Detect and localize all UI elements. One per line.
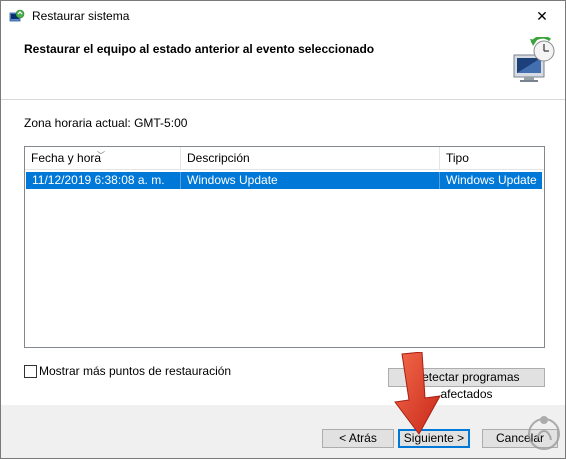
cancel-button[interactable]: Cancelar — [482, 429, 558, 448]
table-row[interactable]: 11/12/2019 6:38:08 a. m. Windows Update … — [26, 172, 542, 189]
window-title: Restaurar sistema — [32, 9, 130, 23]
show-more-checkbox[interactable] — [24, 365, 37, 378]
back-button[interactable]: < Atrás — [322, 429, 394, 448]
column-header-date[interactable]: Fecha y hora ﹀ — [25, 147, 181, 169]
system-restore-icon — [513, 37, 555, 82]
column-header-description[interactable]: Descripción — [181, 147, 440, 169]
content-panel: Zona horaria actual: GMT-5:00 Fecha y ho… — [1, 99, 565, 406]
wizard-header: Restaurar el equipo al estado anterior a… — [1, 32, 565, 99]
title-bar[interactable]: Restaurar sistema ✕ — [1, 1, 565, 32]
cell-date: 11/12/2019 6:38:08 a. m. — [26, 172, 181, 189]
cell-description: Windows Update — [181, 172, 440, 189]
restore-points-list[interactable]: Fecha y hora ﹀ Descripción Tipo 11/12/20… — [24, 146, 545, 348]
close-button[interactable]: ✕ — [519, 1, 565, 32]
page-heading: Restaurar el equipo al estado anterior a… — [24, 42, 375, 56]
list-header: Fecha y hora ﹀ Descripción Tipo — [25, 147, 544, 170]
next-button[interactable]: Siguiente > — [398, 429, 470, 448]
sort-arrow-icon: ﹀ — [97, 151, 105, 160]
wizard-footer: < Atrás Siguiente > Cancelar — [1, 405, 565, 458]
cell-type: Windows Update — [446, 173, 537, 187]
column-header-type[interactable]: Tipo — [440, 147, 543, 169]
close-icon: ✕ — [536, 8, 548, 24]
detect-affected-programs-button[interactable]: Detectar programas afectados — [388, 368, 545, 401]
restore-dialog: Restaurar sistema ✕ Restaurar el equipo … — [0, 0, 566, 459]
system-restore-icon — [9, 9, 25, 22]
timezone-label: Zona horaria actual: GMT-5:00 — [24, 116, 188, 130]
show-more-label: Mostrar más puntos de restauración — [39, 364, 232, 378]
